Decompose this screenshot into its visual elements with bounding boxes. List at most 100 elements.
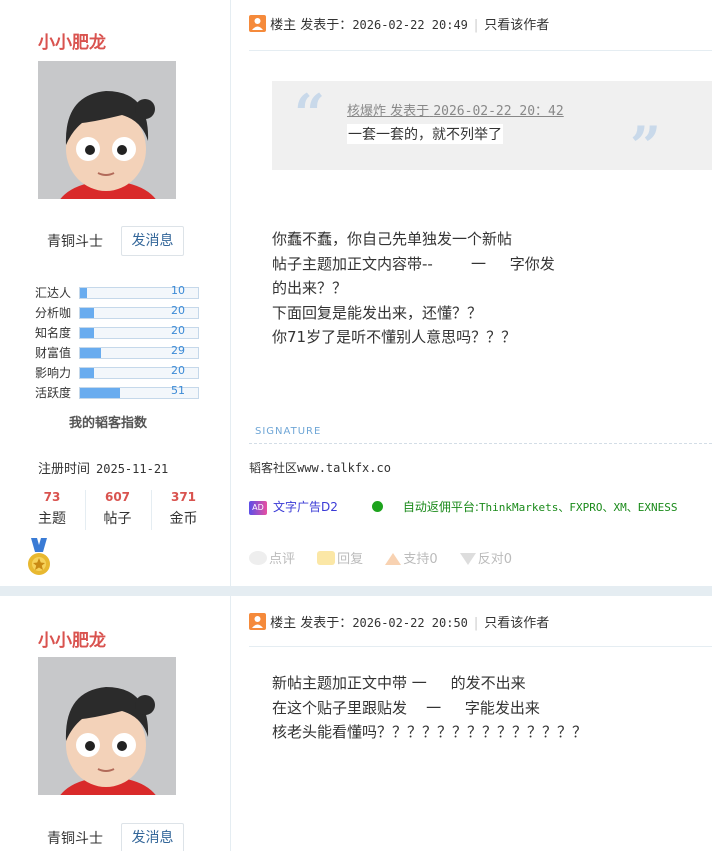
divider: | [473,18,479,33]
signature-prefix: 韬客社区 [249,461,298,475]
divider: | [473,616,479,631]
post-actions: 点评 回复 支持0 反对0 [249,548,530,567]
stat-label: 分析咖 [35,306,72,320]
post-content: 楼主 发表于：2026-02-22 20:50 | 只看该作者 新帖主题加正文中带 … [232,596,712,851]
comment-button[interactable]: 点评 [249,548,295,567]
oppose-label: 反对0 [477,552,513,567]
thumbs-up-icon [385,553,402,565]
post-separator [0,586,712,596]
text-ad-link[interactable]: 文字广告D2 [273,500,338,514]
stat-value: 20 [171,324,185,337]
rebate-prefix: 自动返佣平台: [402,500,479,514]
signature-label: SIGNATURE [255,426,322,437]
posted-prefix: 发表于： [300,18,353,33]
post-header: 楼主 发表于：2026-02-22 20:49 | 只看该作者 [249,14,712,36]
comment-icon [249,551,267,565]
quote-author: 核爆炸 [347,104,387,119]
stat-label: 知名度 [35,326,72,340]
author-icon [249,613,266,630]
stat-label: 活跃度 [35,386,72,400]
oppose-button[interactable]: 反对0 [459,548,513,567]
stat-value: 29 [171,344,185,357]
quote-time: 2026-02-22 20：42 [433,104,564,119]
count-coins[interactable]: 371 金币 [151,490,215,530]
stat-value: 20 [171,364,185,377]
quote-header[interactable]: 核爆炸 发表于 2026-02-22 20：42 [347,100,564,119]
green-dot-icon [371,501,383,512]
stat-row: 影响力 20 [35,364,199,384]
quote-text: 一套一套的，就不列举了 [347,124,503,144]
stat-value: 51 [171,384,185,397]
signature-text: 韬客社区www.talkfx.co [249,459,391,476]
author-name[interactable]: 小小肥龙 [38,28,106,53]
support-label: 支持0 [403,552,438,567]
stat-row: 汇达人 10 [35,284,199,304]
quote-posted: 发表于 [390,104,430,119]
count-value: 73 [43,490,61,504]
header-divider [249,646,712,647]
post-role: 楼主 [270,18,297,33]
author-name[interactable]: 小小肥龙 [38,626,106,651]
post-body: 新帖主题加正文中带 一 的发不出来 在这个贴子里跟贴发 一 字能发出来 核老头能… [272,674,588,741]
stat-row: 知名度 20 [35,324,199,344]
author-sidebar: 小小肥龙 青铜斗士 发消息 [0,596,231,851]
post-content: 楼主 发表于：2026-02-22 20:49 | 只看该作者 “ ” 核爆炸 发表… [232,0,712,586]
user-stats: 汇达人 10 分析咖 20 知名度 20 财富值 29 影响力 20 活跃度 5… [35,284,199,404]
rebate-list: ThinkMarkets、FXPRO、XM、EXNESS [478,501,678,514]
reply-button[interactable]: 回复 [317,548,363,567]
reply-label: 回复 [337,552,364,567]
register-label: 注册时间 [38,462,91,477]
post-1: 小小肥龙 青铜斗士 发消息 汇达人 10 分析咖 20 知名度 20 财富值 2… [0,0,712,586]
post-2: 小小肥龙 青铜斗士 发消息 楼主 发表于：2026-02-22 20:50 | 只看… [0,596,712,851]
only-author-link[interactable]: 只看该作者 [484,616,549,631]
index-title[interactable]: 我的韬客指数 [69,412,147,431]
avatar[interactable] [38,657,176,795]
author-icon [249,15,266,32]
post-body: 你蠢不蠢，你自己先单独发一个新帖 帖子主题加正文内容带-- 一 字你发 的出来？… [272,230,555,346]
quote-block: “ ” 核爆炸 发表于 2026-02-22 20：42 一套一套的，就不列举了 [272,81,712,178]
open-quote-icon: “ [294,82,326,146]
avatar[interactable] [38,61,176,199]
user-rank: 青铜斗士 [47,831,103,847]
stat-label: 影响力 [35,366,72,380]
stat-label: 汇达人 [35,286,72,300]
post-role: 楼主 [270,616,297,631]
signature-url: www.talkfx.co [297,461,391,475]
post-time: 2026-02-22 20:50 [352,616,468,630]
support-button[interactable]: 支持0 [385,548,438,567]
count-topics[interactable]: 73 主题 [20,490,84,528]
post-header: 楼主 发表于：2026-02-22 20:50 | 只看该作者 [249,612,712,634]
only-author-link[interactable]: 只看该作者 [484,18,549,33]
send-message-button[interactable]: 发消息 [121,823,184,851]
signature-divider [249,443,712,444]
user-rank: 青铜斗士 [47,234,103,250]
stat-value: 10 [171,284,185,297]
stat-row: 财富值 29 [35,344,199,364]
count-label: 主题 [38,511,66,527]
post-time: 2026-02-22 20:49 [352,18,468,32]
rebate-ad-link[interactable]: 自动返佣平台:ThinkMarkets、FXPRO、XM、EXNESS [403,500,678,514]
count-label: 金币 [169,511,198,527]
stat-row: 分析咖 20 [35,304,199,324]
author-sidebar: 小小肥龙 青铜斗士 发消息 汇达人 10 分析咖 20 知名度 20 财富值 2… [0,0,231,586]
thumbs-down-icon [459,553,476,565]
user-counts: 73 主题 607 帖子 371 金币 [20,490,215,532]
count-label: 帖子 [103,511,132,527]
register-date: 2025-11-21 [96,462,169,476]
send-message-button[interactable]: 发消息 [121,226,184,256]
register-time: 注册时间 2025-11-21 [38,458,168,477]
reply-icon [317,551,336,565]
ad-bar: AD 文字广告D2 自动返佣平台:ThinkMarkets、FXPRO、XM、EXN… [249,498,712,518]
header-divider [249,50,712,51]
count-posts[interactable]: 607 帖子 [85,490,149,530]
posted-prefix: 发表于： [300,616,353,631]
stat-value: 20 [171,304,185,317]
comment-label: 点评 [269,552,296,567]
ad-icon: AD [249,501,267,515]
medal-icon[interactable] [27,538,51,578]
count-value: 371 [170,490,197,504]
stat-row: 活跃度 51 [35,384,199,404]
close-quote-icon: ” [630,114,662,178]
count-value: 607 [104,490,131,504]
stat-label: 财富值 [35,346,72,360]
